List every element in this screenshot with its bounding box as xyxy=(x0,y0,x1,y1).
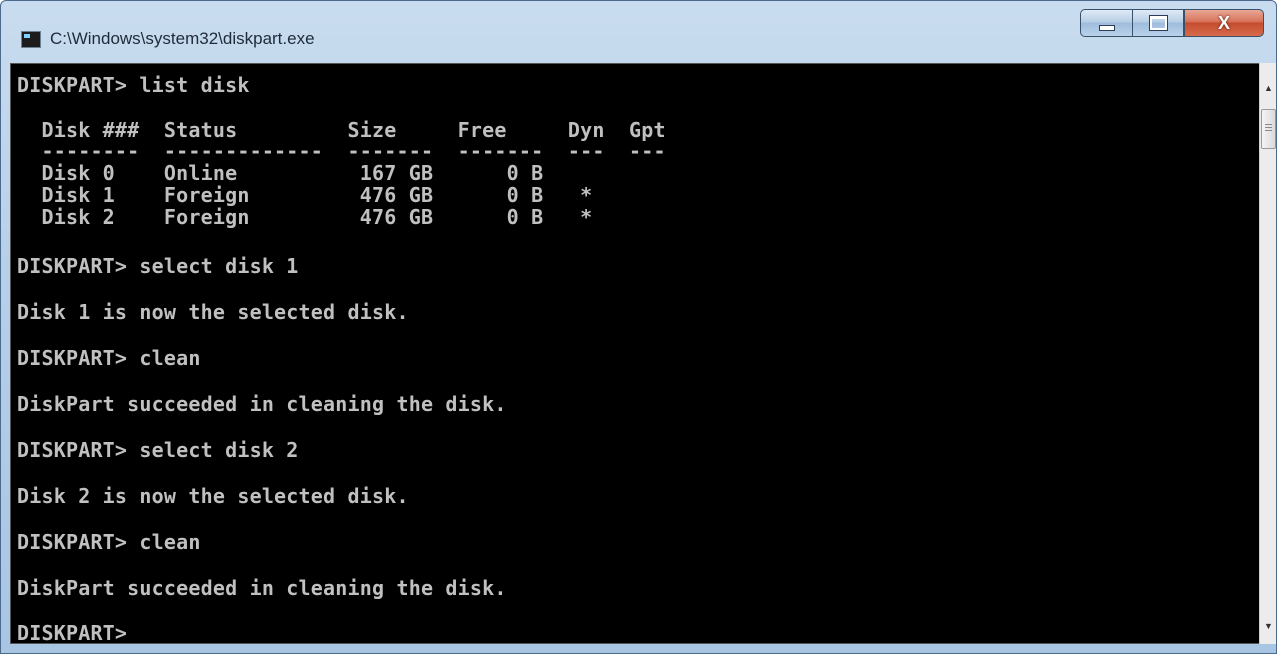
console-line: DISKPART> clean xyxy=(17,530,201,554)
console-line: DISKPART> select disk 2 xyxy=(17,438,299,462)
thumb-grip-line xyxy=(1265,127,1272,128)
thumb-grip-line xyxy=(1265,124,1272,125)
table-row-disk-1: Disk 1 Foreign 476 GB 0 B * xyxy=(17,183,593,207)
scroll-up-arrow-icon[interactable]: ▲ xyxy=(1260,79,1276,96)
console-line: DISKPART> clean xyxy=(17,346,201,370)
console-prompt[interactable]: DISKPART> xyxy=(17,622,127,645)
maximize-icon xyxy=(1148,15,1168,31)
console-line: DiskPart succeeded in cleaning the disk. xyxy=(17,576,507,600)
minimize-icon xyxy=(1098,25,1115,31)
caption-buttons: X xyxy=(1080,9,1264,39)
window-title: C:\Windows\system32\diskpart.exe xyxy=(50,29,315,48)
console-line: DISKPART> list disk xyxy=(17,73,250,97)
console-line: DiskPart succeeded in cleaning the disk. xyxy=(17,392,507,416)
close-button[interactable]: X xyxy=(1184,9,1264,37)
scroll-down-arrow-icon[interactable]: ▼ xyxy=(1260,617,1276,634)
console-app-icon[interactable] xyxy=(21,31,41,48)
thumb-grip-line xyxy=(1265,130,1272,131)
table-row-disk-0: Disk 0 Online 167 GB 0 B xyxy=(17,161,544,185)
title-bar[interactable]: C:\Windows\system32\diskpart.exe X xyxy=(1,1,1276,63)
vertical-scrollbar[interactable]: ▲ ▼ xyxy=(1259,63,1276,644)
minimize-button[interactable] xyxy=(1080,9,1132,37)
console-output[interactable]: DISKPART> list disk Disk ### Status Size… xyxy=(10,63,1261,645)
console-line: Disk 2 is now the selected disk. xyxy=(17,484,409,508)
table-row-disk-2: Disk 2 Foreign 476 GB 0 B * xyxy=(17,205,593,229)
diskpart-window: C:\Windows\system32\diskpart.exe X DISKP… xyxy=(0,0,1277,654)
maximize-button[interactable] xyxy=(1132,9,1184,37)
table-separator: -------- ------------- ------- ------- -… xyxy=(17,139,666,163)
close-icon: X xyxy=(1217,12,1230,33)
console-line: DISKPART> select disk 1 xyxy=(17,254,299,278)
scroll-thumb[interactable] xyxy=(1261,109,1276,149)
console-line: Disk 1 is now the selected disk. xyxy=(17,300,409,324)
